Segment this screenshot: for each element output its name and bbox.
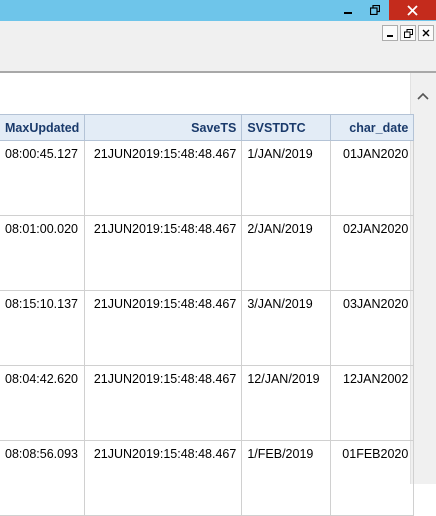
- column-header-savets[interactable]: SaveTS: [84, 114, 243, 141]
- table-row[interactable]: 08:00:45.127 21JUN2019:15:48:48.467 1/JA…: [0, 140, 415, 216]
- cell-maxupdated: 08:15:10.137: [0, 290, 86, 366]
- maximize-icon: [370, 5, 380, 15]
- mdi-restore-button[interactable]: [400, 25, 416, 41]
- cell-savets: 21JUN2019:15:48:48.467: [84, 215, 243, 291]
- cell-maxupdated: 08:00:45.127: [0, 140, 86, 216]
- cell-savets: 21JUN2019:15:48:48.467: [84, 140, 243, 216]
- window-close-button[interactable]: [389, 0, 436, 20]
- cell-maxupdated: 08:01:00.020: [0, 215, 86, 291]
- table-row[interactable]: 08:15:10.137 21JUN2019:15:48:48.467 3/JA…: [0, 290, 415, 366]
- cell-char-date: 12JAN2002: [330, 365, 415, 441]
- toolbar-area: [0, 21, 436, 72]
- data-table: MaxUpdated SaveTS SVSTDTC char_date 08:0…: [0, 114, 415, 516]
- cell-char-date: 01JAN2020: [330, 140, 415, 216]
- restore-icon: [403, 28, 413, 38]
- cell-savets: 21JUN2019:15:48:48.467: [84, 440, 243, 516]
- table-header-row: MaxUpdated SaveTS SVSTDTC char_date: [0, 114, 415, 141]
- cell-maxupdated: 08:08:56.093: [0, 440, 86, 516]
- cell-svstdtc: 1/FEB/2019: [241, 440, 332, 516]
- table-row[interactable]: 08:04:42.620 21JUN2019:15:48:48.467 12/J…: [0, 365, 415, 441]
- close-icon: [422, 29, 430, 37]
- mdi-minimize-button[interactable]: [382, 25, 398, 41]
- table-row[interactable]: 08:08:56.093 21JUN2019:15:48:48.467 1/FE…: [0, 440, 415, 516]
- cell-savets: 21JUN2019:15:48:48.467: [84, 290, 243, 366]
- column-header-char-date[interactable]: char_date: [330, 114, 415, 141]
- window-minimize-button[interactable]: [335, 0, 361, 20]
- cell-char-date: 03JAN2020: [330, 290, 415, 366]
- table-top-margin: [0, 73, 410, 114]
- cell-svstdtc: 2/JAN/2019: [241, 215, 332, 291]
- close-icon: [407, 4, 418, 16]
- cell-svstdtc: 12/JAN/2019: [241, 365, 332, 441]
- cell-char-date: 01FEB2020: [330, 440, 415, 516]
- window-maximize-button[interactable]: [362, 0, 388, 20]
- mdi-close-button[interactable]: [418, 25, 434, 41]
- column-header-svstdtc[interactable]: SVSTDTC: [241, 114, 332, 141]
- scroll-up-button[interactable]: [412, 87, 434, 105]
- cell-maxupdated: 08:04:42.620: [0, 365, 86, 441]
- cell-svstdtc: 3/JAN/2019: [241, 290, 332, 366]
- chevron-up-icon: [417, 92, 429, 100]
- cell-savets: 21JUN2019:15:48:48.467: [84, 365, 243, 441]
- table-row[interactable]: 08:01:00.020 21JUN2019:15:48:48.467 2/JA…: [0, 215, 415, 291]
- minimize-icon: [344, 12, 352, 14]
- minimize-icon: [387, 35, 393, 37]
- column-header-maxupdated[interactable]: MaxUpdated: [0, 114, 86, 141]
- cell-char-date: 02JAN2020: [330, 215, 415, 291]
- cell-svstdtc: 1/JAN/2019: [241, 140, 332, 216]
